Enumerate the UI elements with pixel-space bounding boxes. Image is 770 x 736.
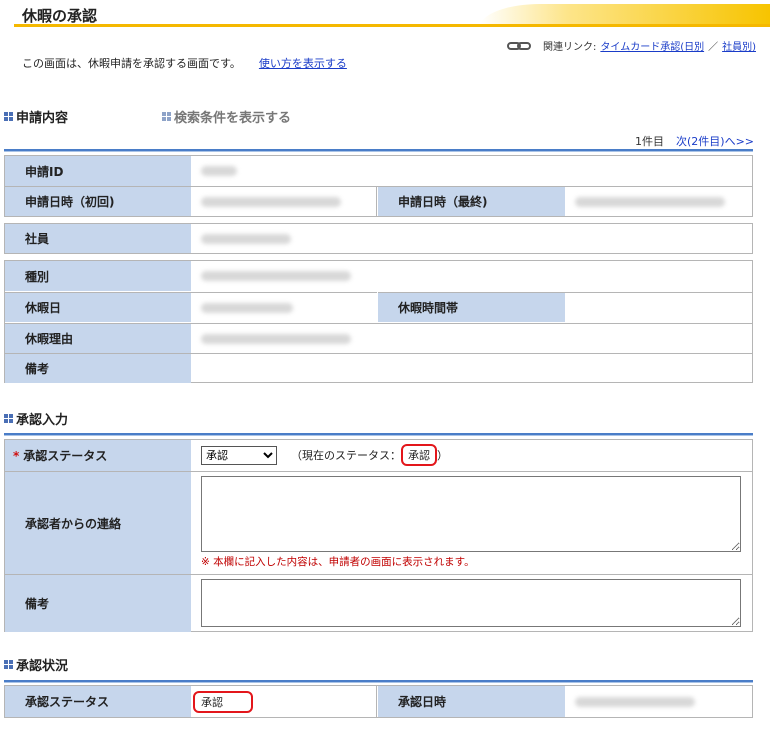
label-approval-date: 承認日時 [378, 686, 565, 717]
section-rule [4, 149, 753, 152]
employee-link[interactable]: 社員別) [722, 38, 756, 53]
value-request-id [191, 156, 752, 186]
current-status: （現在のステータス： 承認 ） [291, 444, 448, 466]
pager-next-link[interactable]: 次(2件目)へ>> [676, 135, 754, 148]
page-title: 休暇の承認 [22, 7, 98, 25]
label-request-date-last: 申請日時（最終) [378, 187, 565, 216]
related-label: 関連リンク: [543, 42, 597, 53]
value-leave-time [565, 292, 752, 322]
current-status-prefix: （現在のステータス： [291, 449, 401, 462]
description-text: この画面は、休暇申請を承認する画面です。 [22, 57, 241, 70]
help-link[interactable]: 使い方を表示する [259, 57, 347, 70]
label-message: 承認者からの連絡 [5, 471, 191, 574]
row-approval-status: 承認ステータス 承認 承認日時 [4, 685, 753, 718]
current-status-suffix: ） [437, 449, 448, 462]
status-select[interactable]: 承認 [201, 446, 277, 465]
section-rule [4, 433, 753, 436]
value-approval-date [565, 686, 752, 717]
value-request-date-first [191, 187, 377, 216]
row-leave-details: 種別 休暇日 休暇時間帯 休暇理由 備考 [4, 260, 753, 383]
grid-icon [4, 414, 13, 423]
value-leave-date [191, 292, 377, 322]
value-employee [191, 224, 752, 253]
approval-status-badge: 承認 [193, 690, 253, 713]
label-approval-status: 承認ステータス [5, 686, 191, 717]
row-employee: 社員 [4, 223, 753, 254]
value-approval-status-cell: 承認 [191, 686, 377, 717]
section-request-heading: 申請内容 [4, 107, 68, 126]
message-textarea[interactable] [201, 476, 741, 552]
remarks-cell [191, 574, 752, 632]
related-links: 関連リンク: タイムカード承認(日別 ／ 社員別) [507, 38, 756, 53]
label-employee: 社員 [5, 224, 191, 253]
value-remarks [191, 353, 752, 383]
section-rule [4, 680, 753, 683]
page-description: この画面は、休暇申請を承認する画面です。 使い方を表示する [22, 55, 347, 71]
value-reason [191, 323, 752, 353]
value-request-date-last [565, 187, 752, 216]
section-input-heading: 承認入力 [4, 409, 68, 428]
search-toggle[interactable]: 検索条件を表示する [162, 107, 291, 126]
section-request-title: 申請内容 [16, 111, 69, 126]
grid-icon [162, 112, 171, 121]
label-remarks: 備考 [5, 353, 191, 383]
current-status-badge: 承認 [401, 444, 437, 466]
message-note: ※ 本欄に記入した内容は、申請者の画面に表示されます。 [201, 556, 475, 568]
label-leave-date: 休暇日 [5, 292, 191, 322]
label-reason: 休暇理由 [5, 323, 191, 353]
row-request-id: 申請ID [4, 155, 753, 187]
required-mark-icon: * [13, 448, 20, 463]
label-leave-time: 休暇時間帯 [378, 292, 565, 322]
row-approval-input: * 承認ステータス 承認 （現在のステータス： 承認 ） 承認者からの連絡 ※ 本… [4, 439, 753, 632]
label-request-date-first: 申請日時（初回) [5, 187, 191, 216]
link-icon [507, 41, 533, 51]
message-cell: ※ 本欄に記入した内容は、申請者の画面に表示されます。 [191, 471, 752, 574]
value-type [191, 261, 752, 291]
pager: 1件目 次(2件目)へ>> [635, 133, 754, 149]
label-request-id: 申請ID [5, 156, 191, 186]
pager-count: 1件目 [634, 135, 664, 148]
title-underline [14, 24, 770, 27]
label-type: 種別 [5, 261, 191, 291]
timecard-approval-link[interactable]: タイムカード承認(日別 [600, 38, 704, 53]
section-input-title: 承認入力 [16, 413, 69, 428]
status-label-text: 承認ステータス [23, 449, 108, 463]
label-status: * 承認ステータス [5, 440, 191, 471]
section-status-heading: 承認状況 [4, 655, 68, 674]
title-bar: 休暇の承認 [0, 0, 770, 30]
label-input-remarks: 備考 [5, 574, 191, 632]
grid-icon [4, 660, 13, 669]
grid-icon [4, 112, 13, 121]
search-toggle-label: 検索条件を表示する [174, 111, 292, 126]
row-request-dates: 申請日時（初回) 申請日時（最終) [4, 186, 753, 217]
related-separator: ／ [708, 42, 719, 53]
section-status-title: 承認状況 [16, 659, 69, 674]
remarks-textarea[interactable] [201, 579, 741, 627]
